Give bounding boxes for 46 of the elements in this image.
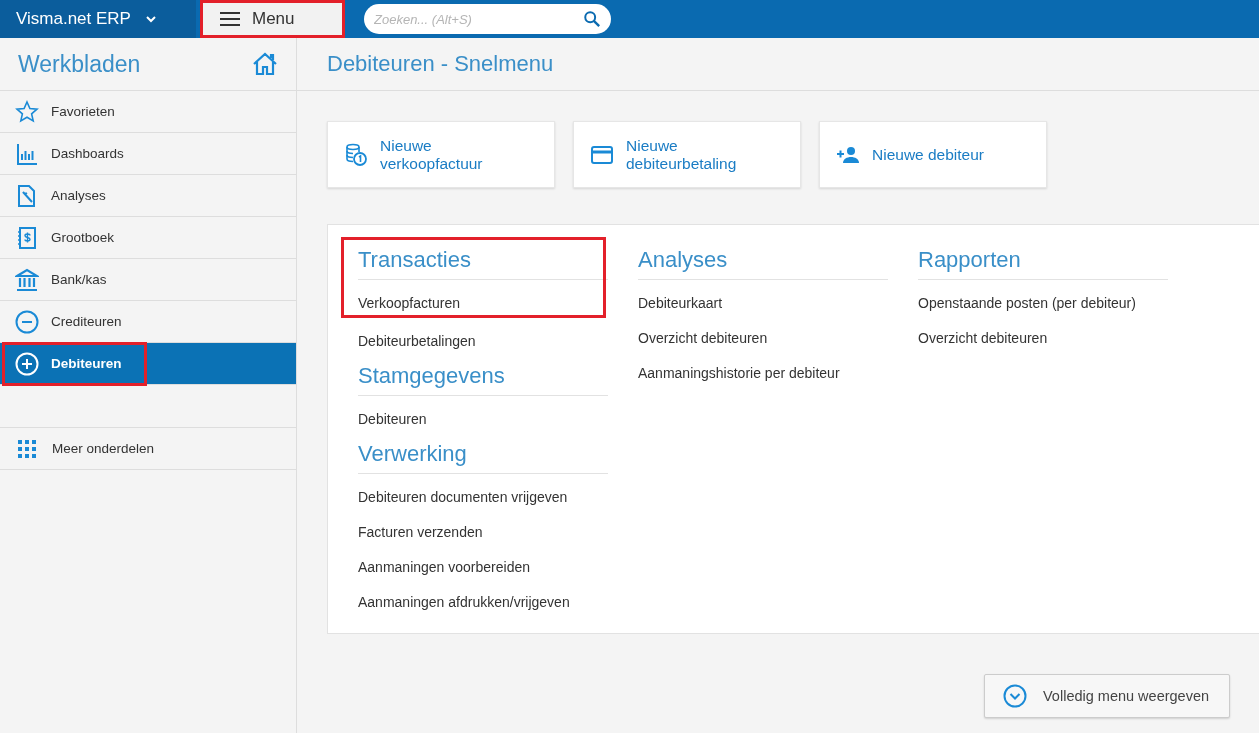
sidebar-item[interactable]: Analyses <box>0 175 296 217</box>
grid-icon <box>18 439 36 458</box>
sidebar-item[interactable]: Bank/kas <box>0 259 296 301</box>
section-heading: Rapporten <box>918 237 1168 280</box>
bar-chart-icon <box>15 141 39 166</box>
section-heading: Stamgegevens <box>358 353 608 396</box>
menu-icon <box>220 12 240 26</box>
menu-link[interactable]: Openstaande posten (per debiteur) <box>918 280 1136 315</box>
sidebar-item[interactable]: Meer onderdelen <box>0 428 296 470</box>
sidebar-item[interactable]: Favorieten <box>0 91 296 133</box>
plus-circle-icon <box>15 351 39 376</box>
sidebar-item[interactable]: Dashboards <box>0 133 296 175</box>
search-icon[interactable] <box>583 10 601 28</box>
quick-action-card[interactable]: Nieuwe debiteurbetaling <box>573 121 801 188</box>
coins-icon <box>344 142 368 167</box>
section-heading: Verwerking <box>358 431 608 474</box>
section-heading: Analyses <box>638 237 888 280</box>
sidebar-item[interactable]: Debiteuren <box>0 343 296 385</box>
menu-link[interactable]: Debiteuren documenten vrijgeven <box>358 474 568 509</box>
menu-link[interactable]: Aanmaningshistorie per debiteur <box>638 350 840 385</box>
quick-action-card[interactable]: Nieuwe debiteur <box>819 121 1047 188</box>
chevron-down-icon <box>144 13 157 25</box>
section-heading: Transacties <box>358 237 608 280</box>
search-field[interactable]: Zoeken... (Alt+S) <box>364 4 611 34</box>
app-switcher[interactable]: Visma.net ERP <box>0 0 196 38</box>
menu-link[interactable]: Overzicht debiteuren <box>638 315 768 350</box>
sidebar-title: Werkbladen <box>18 50 141 78</box>
sidebar-item[interactable]: Grootboek <box>0 217 296 259</box>
menu-link[interactable]: Overzicht debiteuren <box>918 315 1048 350</box>
page-title: Debiteuren - Snelmenu <box>327 51 554 77</box>
minus-circle-icon <box>15 309 39 334</box>
star-icon <box>15 99 39 124</box>
bank-icon <box>15 267 39 292</box>
menu-link[interactable]: Aanmaningen afdrukken/vrijgeven <box>358 579 570 614</box>
menu-button[interactable]: Menu <box>200 0 345 38</box>
quick-action-card[interactable]: Nieuwe verkoopfactuur <box>327 121 555 188</box>
menu-link[interactable]: Debiteurkaart <box>638 280 723 315</box>
home-icon[interactable] <box>252 52 278 76</box>
menu-link[interactable]: Debiteurbetalingen <box>358 318 476 353</box>
menu-link[interactable]: Aanmaningen voorbereiden <box>358 544 530 579</box>
ledger-icon <box>15 225 39 250</box>
menu-link[interactable]: Verkoopfacturen <box>358 280 473 315</box>
full-menu-button[interactable]: Volledig menu weergeven <box>984 674 1230 718</box>
menu-link[interactable]: Facturen verzenden <box>358 509 483 544</box>
menu-link[interactable]: Debiteuren <box>358 396 427 431</box>
chevron-circle-icon <box>1003 684 1027 708</box>
